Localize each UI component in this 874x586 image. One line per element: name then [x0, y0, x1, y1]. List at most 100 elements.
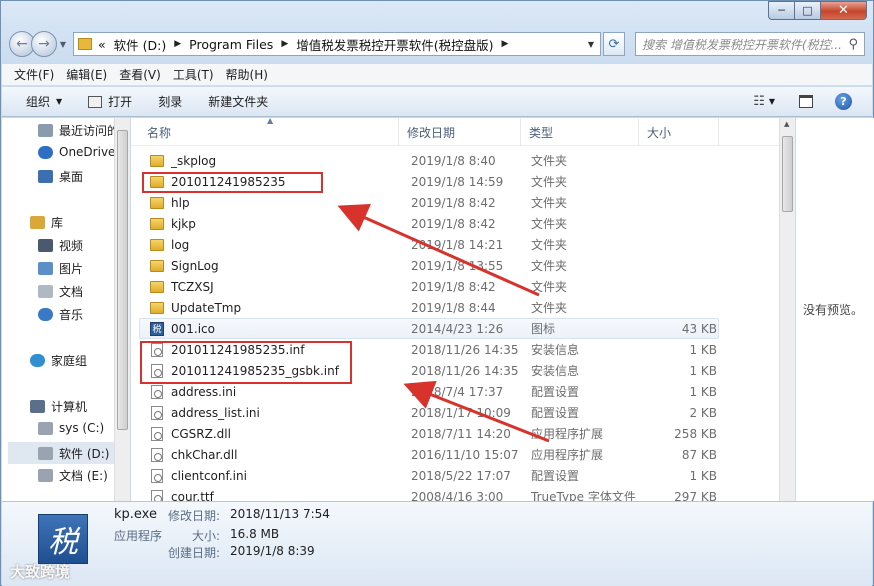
drive-icon	[38, 446, 53, 460]
details-modified-label: 修改日期:	[168, 509, 221, 523]
burn-button[interactable]: 刻录	[158, 93, 182, 110]
burn-label: 刻录	[158, 95, 183, 109]
table-row[interactable]: hlp 2019/1/8 8:42 文件夹	[131, 192, 721, 213]
menu-help[interactable]: 帮助(H)	[226, 66, 268, 83]
minimize-button[interactable]: ─	[768, 1, 795, 20]
music-icon	[38, 308, 53, 321]
new-folder-label: 新建文件夹	[208, 95, 269, 109]
table-row[interactable]: SignLog 2019/1/8 13:55 文件夹	[131, 255, 721, 276]
address-bar[interactable]: « 软件 (D:) ▶ Program Files ▶ 增值税发票税控开票软件(…	[73, 32, 601, 56]
file-type: 文件夹	[531, 175, 568, 189]
search-input[interactable]: 搜索 增值税发票税控开票软件(税控... ⚲	[635, 32, 865, 56]
table-row[interactable]: TCZXSJ 2019/1/8 8:42 文件夹	[131, 276, 721, 297]
file-type: 应用程序扩展	[531, 427, 604, 441]
column-header-type[interactable]: 类型	[521, 118, 639, 146]
file-size: 258 KB	[674, 426, 717, 441]
file-modified-date: 2019/1/8 8:42	[411, 216, 496, 231]
menu-tools[interactable]: 工具(T)	[173, 66, 214, 83]
folder-icon	[149, 237, 165, 253]
file-name: CGSRZ.dll	[171, 426, 231, 441]
table-row[interactable]: kjkp 2019/1/8 8:42 文件夹	[131, 213, 721, 234]
file-modified-date: 2018/11/26 14:35	[411, 342, 519, 357]
breadcrumb-program-files[interactable]: Program Files	[189, 37, 273, 52]
table-row[interactable]: address_list.ini 2018/1/17 10:09 配置设置 2 KB	[131, 402, 721, 423]
sidebar-item-music[interactable]: 音乐	[38, 306, 83, 323]
close-button[interactable]: ✕	[821, 1, 867, 20]
annotation-box-inf-files	[140, 341, 352, 384]
column-header-name[interactable]: ▲ 名称	[131, 118, 399, 146]
sidebar-item-recent[interactable]: 最近访问的	[38, 122, 114, 139]
sidebar-item-computer[interactable]: 计算机	[30, 398, 87, 415]
help-icon[interactable]: ?	[835, 93, 852, 110]
table-row[interactable]: chkChar.dll 2016/11/10 15:07 应用程序扩展 87 KB	[131, 444, 721, 465]
breadcrumb-separator-icon[interactable]: ▶	[502, 39, 509, 49]
sidebar-item-drive-c[interactable]: sys (C:)	[38, 421, 104, 435]
file-type: 配置设置	[531, 406, 580, 420]
search-icon[interactable]: ⚲	[848, 37, 858, 52]
sidebar-item-videos[interactable]: 视频	[38, 237, 83, 254]
sidebar-item-drive-d[interactable]: 软件 (D:)	[8, 442, 114, 464]
new-folder-button[interactable]: 新建文件夹	[208, 93, 268, 110]
breadcrumb-current-folder[interactable]: 增值税发票税控开票软件(税控盘版)	[296, 35, 493, 54]
sidebar-item-label: 家庭组	[51, 354, 88, 368]
file-type: 图标	[531, 322, 556, 336]
forward-button[interactable]: →	[31, 31, 57, 57]
sidebar-item-label: 文档 (E:)	[59, 469, 108, 483]
breadcrumb-separator-icon[interactable]: ▶	[174, 39, 181, 49]
annotation-box-folder	[142, 172, 323, 193]
scrollbar-thumb[interactable]	[117, 130, 128, 430]
breadcrumb-drive[interactable]: 软件 (D:)	[114, 35, 167, 54]
column-header-date[interactable]: 修改日期	[399, 118, 521, 146]
details-modified-value: 2018/11/13 7:54	[230, 507, 330, 521]
sidebar-item-onedrive[interactable]: OneDrive	[38, 145, 114, 159]
file-name: kjkp	[171, 216, 196, 231]
maximize-button[interactable]: □	[795, 1, 821, 20]
folder-icon	[149, 279, 165, 295]
desktop-icon	[38, 170, 53, 183]
table-row[interactable]: CGSRZ.dll 2018/7/11 14:20 应用程序扩展 258 KB	[131, 423, 721, 444]
sidebar-item-documents[interactable]: 文档	[38, 283, 83, 300]
chevron-down-icon: ▼	[56, 97, 63, 106]
sidebar-item-pictures[interactable]: 图片	[38, 260, 83, 277]
file-modified-date: 2019/1/8 8:42	[411, 279, 496, 294]
scroll-up-icon[interactable]: ▲	[784, 120, 789, 128]
dll-file-icon	[149, 447, 165, 463]
scrollbar-thumb[interactable]	[782, 136, 793, 212]
sidebar-item-drive-e[interactable]: 文档 (E:)	[38, 467, 108, 484]
table-row[interactable]: _skplog 2019/1/8 8:40 文件夹	[131, 150, 721, 171]
homegroup-icon	[30, 354, 45, 367]
menu-edit[interactable]: 编辑(E)	[66, 66, 107, 83]
table-row[interactable]: log 2019/1/8 14:21 文件夹	[131, 234, 721, 255]
change-view-icon[interactable]: ☷	[753, 94, 765, 109]
navigation-pane-scrollbar[interactable]	[114, 118, 130, 501]
address-dropdown-icon[interactable]: ▼	[588, 40, 600, 49]
sidebar-item-homegroup[interactable]: 家庭组	[30, 352, 87, 369]
refresh-button[interactable]: ⟳	[603, 32, 625, 56]
sidebar-item-desktop[interactable]: 桌面	[38, 168, 83, 185]
organize-button[interactable]: 组织 ▼	[26, 93, 62, 110]
menu-file[interactable]: 文件(F)	[14, 66, 54, 83]
column-header-size[interactable]: 大小	[639, 118, 719, 146]
column-date-label: 修改日期	[407, 125, 456, 140]
address-overflow[interactable]: «	[98, 37, 106, 52]
breadcrumb-separator-icon[interactable]: ▶	[281, 39, 288, 49]
recent-pages-dropdown[interactable]: ▼	[57, 40, 69, 49]
open-button[interactable]: 打开	[88, 93, 132, 110]
file-type: TrueType 字体文件	[531, 490, 636, 501]
sidebar-item-label: 图片	[59, 262, 84, 276]
view-options-chevron-icon[interactable]: ▼	[769, 97, 775, 106]
table-row[interactable]: address.ini 2018/7/4 17:37 配置设置 1 KB	[131, 381, 721, 402]
sidebar-item-libraries[interactable]: 库	[30, 214, 63, 231]
table-row[interactable]: clientconf.ini 2018/5/22 17:07 配置设置 1 KB	[131, 465, 721, 486]
table-row[interactable]: cour.ttf 2008/4/16 3:00 TrueType 字体文件 297 K…	[131, 486, 721, 501]
table-row[interactable]: UpdateTmp 2019/1/8 8:44 文件夹	[131, 297, 721, 318]
table-row[interactable]: 税 001.ico 2014/4/23 1:26 图标 43 KB	[139, 318, 719, 339]
file-modified-date: 2019/1/8 14:21	[411, 237, 504, 252]
forward-arrow-icon: →	[38, 36, 50, 52]
menu-view[interactable]: 查看(V)	[119, 66, 161, 83]
file-modified-date: 2016/11/10 15:07	[411, 447, 519, 462]
file-type: 文件夹	[531, 259, 568, 273]
preview-pane-toggle-icon[interactable]	[799, 95, 813, 108]
menu-bar: 文件(F) 编辑(E) 查看(V) 工具(T) 帮助(H)	[2, 64, 872, 86]
file-list-scrollbar[interactable]: ▲	[779, 118, 795, 501]
